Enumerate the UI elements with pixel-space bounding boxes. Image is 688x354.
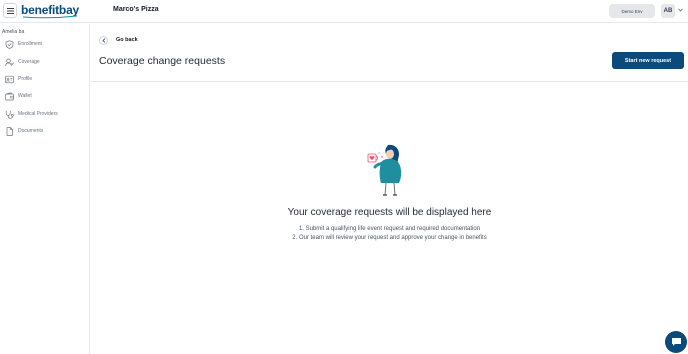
stethoscope-icon [5, 110, 14, 119]
chevron-down-icon[interactable] [678, 8, 683, 12]
go-back-link[interactable]: Go back [99, 35, 138, 45]
sidebar-user-name: Amelia ba [2, 29, 25, 35]
top-bar: benefitbay Marco's Pizza Demo Env AB [0, 0, 688, 23]
sidebar-item-enrollment[interactable]: Enrollment [0, 38, 90, 50]
sidebar-item-label: Coverage [18, 59, 40, 65]
woman-with-heart-mug-illustration [367, 144, 402, 196]
empty-state-step-2: 2. Our team will review your request and… [292, 235, 487, 241]
user-coverage-icon [5, 58, 14, 67]
empty-state-title: Your coverage requests will be displayed… [287, 207, 492, 218]
sidebar-item-medical-providers[interactable]: Medical Providers [0, 108, 90, 120]
user-avatar[interactable]: AB [661, 4, 675, 18]
header-divider [91, 81, 688, 82]
chat-bubble-icon [671, 338, 681, 346]
go-back-label: Go back [116, 37, 138, 43]
sidebar-item-coverage[interactable]: Coverage [0, 56, 90, 68]
sidebar-item-label: Medical Providers [18, 111, 58, 117]
id-card-icon [5, 75, 14, 84]
sidebar-item-documents[interactable]: Documents [0, 125, 90, 137]
shield-check-icon [5, 40, 14, 49]
logo-swoosh-icon [22, 15, 78, 19]
hamburger-menu-button[interactable] [3, 3, 17, 18]
document-icon [6, 127, 13, 136]
chevron-left-icon [99, 35, 108, 45]
sidebar-item-label: Documents [18, 128, 44, 134]
chat-launcher-button[interactable] [665, 331, 687, 353]
sidebar: Amelia ba Enrollment Coverage Profile Wa… [0, 24, 90, 354]
empty-state-step-1: 1. Submit a qualifying life event reques… [298, 226, 481, 232]
wallet-icon [5, 92, 14, 101]
hamburger-icon [6, 7, 14, 14]
sidebar-item-profile[interactable]: Profile [0, 73, 90, 85]
company-name: Marco's Pizza [113, 6, 159, 13]
page-title: Coverage change requests [99, 55, 226, 67]
demo-env-button[interactable]: Demo Env [609, 4, 655, 18]
sidebar-item-label: Enrollment [18, 41, 42, 47]
start-new-request-button[interactable]: Start new request [612, 52, 684, 69]
sidebar-item-label: Profile [18, 76, 33, 82]
sidebar-item-label: Wallet [18, 93, 32, 99]
main-content: Go back Coverage change requests Start n… [91, 24, 688, 354]
sidebar-item-wallet[interactable]: Wallet [0, 90, 90, 102]
